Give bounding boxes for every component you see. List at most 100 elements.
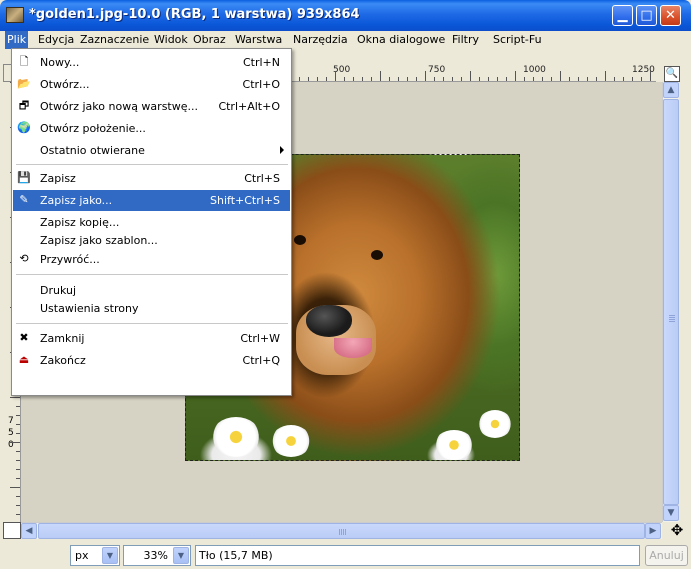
ruler-tick — [524, 77, 525, 81]
menu-item-open-as-layer[interactable]: 🗗 Otwórz jako nową warstwę... Ctrl+Alt+O — [13, 96, 290, 117]
open-as-layer-icon: 🗗 — [18, 99, 30, 112]
scroll-left-icon[interactable]: ◀ — [21, 523, 37, 539]
status-bar: px ▼ 33% ▼ Tło (15,7 MB) Anuluj — [0, 542, 691, 569]
ruler-tick — [641, 77, 642, 81]
vruler-label-7: 7 — [8, 416, 14, 426]
ruler-tick — [16, 469, 20, 470]
menu-item-new[interactable]: 🗋 Nowy... Ctrl+N — [13, 52, 290, 73]
globe-icon: 🌍 — [17, 121, 31, 134]
ruler-tick — [16, 514, 20, 515]
menu-item-save-template[interactable]: Zapisz jako szablon... — [13, 230, 290, 251]
vertical-scroll-thumb[interactable] — [663, 99, 679, 505]
menu-item-shortcut: Ctrl+N — [242, 56, 280, 69]
minimize-button[interactable]: ▁ — [612, 5, 633, 26]
menu-script-fu[interactable]: Script-Fu — [493, 33, 542, 46]
menu-widok[interactable]: Widok — [154, 33, 188, 46]
ruler-tick — [407, 77, 408, 81]
ruler-label-750: 750 — [428, 65, 446, 75]
ruler-tick — [470, 71, 471, 81]
ruler-tick — [10, 487, 20, 488]
ruler-tick — [479, 77, 480, 81]
menu-item-recent[interactable]: Ostatnio otwierane — [13, 140, 290, 161]
ruler-tick — [506, 77, 507, 81]
ruler-tick — [16, 451, 20, 452]
ruler-tick — [632, 77, 633, 81]
dog-eye-left — [294, 235, 306, 245]
title-bar[interactable]: *golden1.jpg-10.0 (RGB, 1 warstwa) 939x8… — [0, 0, 691, 31]
status-message: Tło (15,7 MB) — [195, 545, 640, 566]
navigate-icon[interactable]: ✥ — [666, 522, 688, 539]
quick-mask-toggle[interactable] — [3, 522, 21, 539]
ruler-tick — [650, 71, 651, 81]
menu-item-shortcut: Ctrl+Q — [242, 354, 280, 367]
horizontal-scroll-thumb[interactable] — [38, 523, 645, 539]
ruler-tick — [362, 77, 363, 81]
menu-item-save-as[interactable]: ✎ Zapisz jako... Shift+Ctrl+S — [13, 190, 290, 211]
menu-separator — [16, 164, 288, 165]
menu-plik[interactable]: Plik — [5, 31, 29, 49]
zoom-select[interactable]: 33% ▼ — [123, 545, 191, 566]
menu-item-label: Otwórz jako nową warstwę... — [40, 100, 198, 113]
menu-narzedzia[interactable]: Narzędzia — [293, 33, 348, 46]
ruler-tick — [16, 433, 20, 434]
ruler-tick — [389, 77, 390, 81]
cancel-button[interactable]: Anuluj — [645, 545, 688, 566]
zoom-to-fit-icon[interactable]: 🔍 — [664, 66, 680, 82]
menu-item-save[interactable]: 💾 Zapisz Ctrl+S — [13, 168, 290, 189]
menu-item-revert[interactable]: ⟲ Przywróć... — [13, 249, 290, 270]
app-icon — [6, 7, 24, 23]
ruler-tick — [16, 460, 20, 461]
save-as-icon: ✎ — [19, 193, 29, 206]
menu-item-quit[interactable]: ⏏ Zakończ Ctrl+Q — [13, 350, 290, 371]
ruler-tick — [16, 478, 20, 479]
ruler-tick — [497, 77, 498, 81]
scroll-up-icon[interactable]: ▲ — [663, 82, 679, 98]
ruler-tick — [623, 77, 624, 81]
window-title: *golden1.jpg-10.0 (RGB, 1 warstwa) 939x8… — [29, 7, 360, 22]
open-folder-icon: 📂 — [17, 77, 31, 90]
menu-item-label: Przywróć... — [40, 253, 100, 266]
menu-edycja[interactable]: Edycja — [38, 33, 74, 46]
menu-item-page-setup[interactable]: Ustawienia strony — [13, 298, 290, 319]
close-button[interactable]: ✕ — [660, 5, 681, 26]
menu-item-close[interactable]: ✖ Zamknij Ctrl+W — [13, 328, 290, 349]
ruler-tick — [605, 71, 606, 81]
menu-okna-dialogowe[interactable]: Okna dialogowe — [357, 33, 445, 46]
menu-item-shortcut: Ctrl+Alt+O — [218, 100, 280, 113]
chevron-down-icon[interactable]: ▼ — [173, 547, 189, 564]
vruler-label-5: 5 — [8, 428, 14, 438]
menu-item-shortcut: Ctrl+O — [242, 78, 280, 91]
unit-select[interactable]: px ▼ — [70, 545, 120, 566]
zoom-value: 33% — [143, 549, 168, 562]
menu-warstwa[interactable]: Warstwa — [235, 33, 282, 46]
horizontal-scrollbar[interactable]: ◀ ▶ — [21, 522, 662, 539]
ruler-tick — [16, 496, 20, 497]
ruler-tick — [398, 77, 399, 81]
menu-item-open-location[interactable]: 🌍 Otwórz położenie... — [13, 118, 290, 139]
menu-bar: Plik Edycja Zaznaczenie Widok Obraz Wars… — [0, 31, 691, 49]
ruler-tick — [344, 77, 345, 81]
menu-item-label: Nowy... — [40, 56, 80, 69]
save-icon: 💾 — [17, 171, 31, 184]
ruler-tick — [542, 77, 543, 81]
vertical-scrollbar[interactable]: ▲ ▼ — [662, 82, 679, 522]
scroll-down-icon[interactable]: ▼ — [663, 505, 679, 521]
menu-item-label: Zakończ — [40, 354, 86, 367]
ruler-tick — [569, 77, 570, 81]
ruler-tick — [308, 77, 309, 81]
dog-tongue — [334, 338, 372, 358]
scroll-right-icon[interactable]: ▶ — [645, 523, 661, 539]
chevron-down-icon[interactable]: ▼ — [102, 547, 118, 564]
ruler-tick — [10, 397, 20, 398]
menu-item-label: Zapisz — [40, 172, 76, 185]
ruler-tick — [16, 415, 20, 416]
file-menu: 🗋 Nowy... Ctrl+N 📂 Otwórz... Ctrl+O 🗗 Ot… — [11, 48, 292, 396]
maximize-button[interactable]: □ — [636, 5, 657, 26]
menu-filtry[interactable]: Filtry — [452, 33, 479, 46]
ruler-tick — [317, 77, 318, 81]
menu-item-open[interactable]: 📂 Otwórz... Ctrl+O — [13, 74, 290, 95]
ruler-label-1000: 1000 — [523, 65, 546, 75]
ruler-tick — [425, 71, 426, 81]
menu-zaznaczenie[interactable]: Zaznaczenie — [80, 33, 149, 46]
menu-obraz[interactable]: Obraz — [193, 33, 226, 46]
